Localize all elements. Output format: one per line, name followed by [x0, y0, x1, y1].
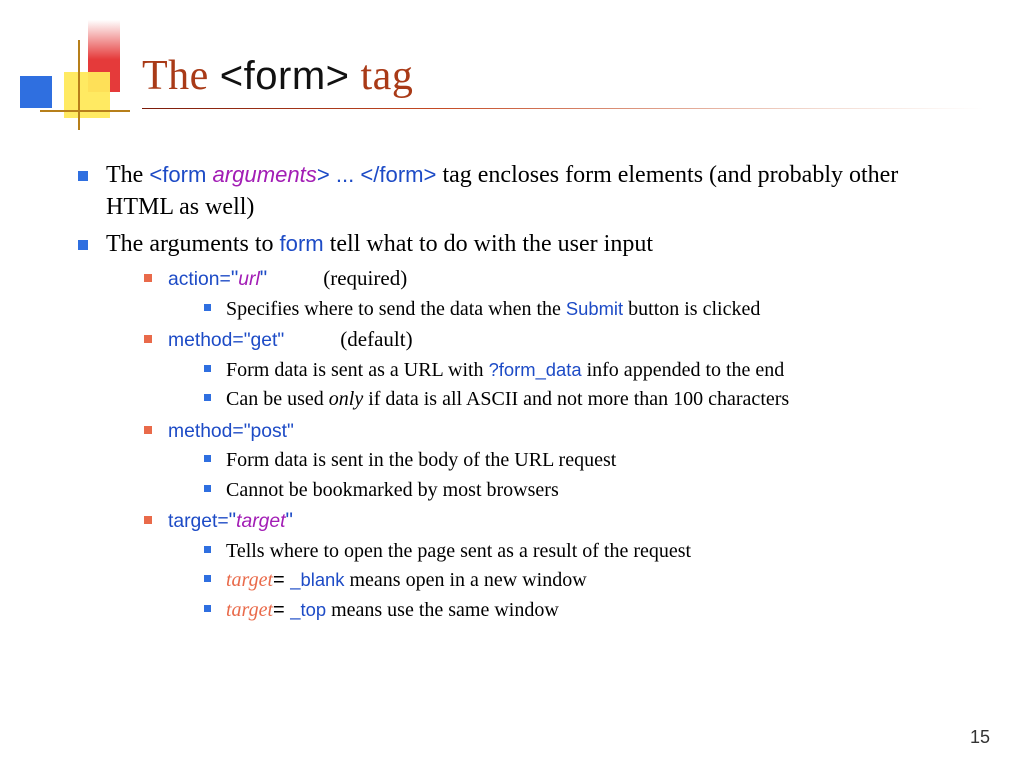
title-suffix: tag — [350, 53, 414, 99]
list-item: target= _top means use the same window — [204, 597, 970, 623]
code-token: Submit — [566, 298, 623, 319]
var-token: url — [238, 269, 259, 290]
logo-blue-square — [20, 76, 52, 108]
text: if data is all ASCII and not more than 1… — [363, 388, 789, 410]
text: The — [106, 162, 149, 188]
list-item: target= _blank means open in a new windo… — [204, 567, 970, 593]
bullet-list-lvl3: Specifies where to send the data when th… — [204, 296, 970, 322]
attr-label: target= — [168, 511, 229, 532]
code-token: ?form_data — [489, 359, 582, 380]
bullet-list-lvl1: The <form arguments> ... </form> tag enc… — [78, 160, 970, 623]
list-item: The <form arguments> ... </form> tag enc… — [78, 160, 970, 223]
list-item-method-get: method="get" (default) Form data is sent … — [144, 326, 970, 413]
attr-note: (required) — [323, 266, 407, 290]
page-number: 15 — [970, 727, 990, 748]
attr-label: method="post" — [168, 421, 294, 442]
title-code: <form> — [220, 54, 350, 98]
text: button is clicked — [623, 298, 760, 320]
var-token: target — [236, 511, 285, 532]
text: Can be used — [226, 388, 329, 410]
code-token: _top — [290, 599, 326, 620]
bullet-list-lvl3: Form data is sent as a URL with ?form_da… — [204, 357, 970, 413]
logo-vertical-line — [78, 40, 80, 130]
bullet-list-lvl3: Tells where to open the page sent as a r… — [204, 538, 970, 623]
text: info appended to the end — [582, 359, 785, 381]
attr-name-token: target — [226, 569, 273, 591]
text: tell what to do with the user input — [324, 231, 653, 257]
slide-title-area: The <form> tag — [142, 52, 984, 109]
attr-label: method="get" — [168, 330, 284, 351]
quote: " — [286, 509, 293, 532]
logo-horizontal-line — [40, 110, 130, 112]
bullet-list-lvl2: action="url"(required) Specifies where t… — [144, 265, 970, 623]
var-token: arguments — [213, 162, 317, 187]
list-item: Tells where to open the page sent as a r… — [204, 538, 970, 564]
slide-title: The <form> tag — [142, 52, 984, 100]
slide-body: The <form arguments> ... </form> tag enc… — [78, 160, 970, 629]
equals: = — [273, 599, 290, 621]
list-item: Can be used only if data is all ASCII an… — [204, 386, 970, 412]
title-prefix: The — [142, 53, 220, 99]
list-item: The arguments to form tell what to do wi… — [78, 229, 970, 623]
list-item: Form data is sent in the body of the URL… — [204, 447, 970, 473]
attr-note: (default) — [340, 327, 412, 351]
code-token: <form — [149, 162, 212, 187]
code-token: > ... </form> — [317, 162, 437, 187]
list-item-method-post: method="post" Form data is sent in the b… — [144, 417, 970, 504]
italic-text: only — [329, 388, 363, 410]
text: Specifies where to send the data when th… — [226, 298, 566, 320]
text: means use the same window — [326, 599, 559, 621]
text: The arguments to — [106, 231, 280, 257]
attr-label: action= — [168, 269, 231, 290]
code-token: _blank — [290, 569, 344, 590]
quote: " — [260, 267, 267, 290]
text: means open in a new window — [344, 569, 586, 591]
title-underline — [142, 108, 984, 109]
slide-logo — [20, 20, 130, 130]
attr-name-token: target — [226, 599, 273, 621]
equals: = — [273, 569, 290, 591]
code-token: form — [280, 231, 324, 256]
list-item-target: target="target" Tells where to open the … — [144, 507, 970, 623]
list-item-action: action="url"(required) Specifies where t… — [144, 265, 970, 322]
text: Form data is sent as a URL with — [226, 359, 489, 381]
bullet-list-lvl3: Form data is sent in the body of the URL… — [204, 447, 970, 503]
list-item: Specifies where to send the data when th… — [204, 296, 970, 322]
list-item: Form data is sent as a URL with ?form_da… — [204, 357, 970, 383]
list-item: Cannot be bookmarked by most browsers — [204, 477, 970, 503]
